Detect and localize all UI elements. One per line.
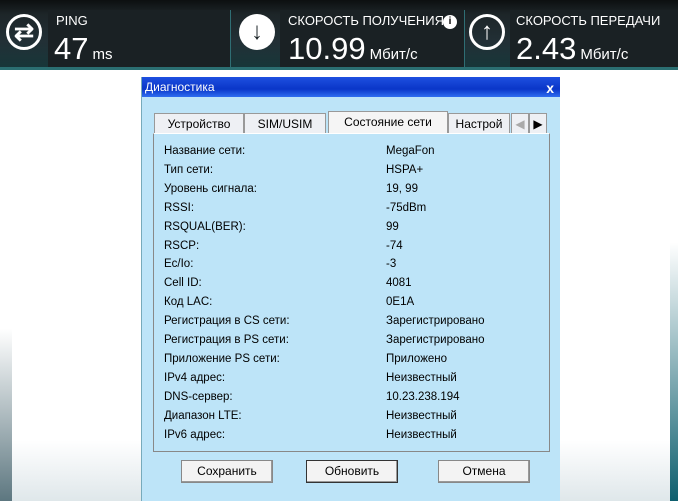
upload-arrow-icon: ↑ [469,14,505,50]
tab-device[interactable]: Устройство [154,113,244,133]
status-value: 4081 [386,277,412,290]
status-label: Регистрация в CS сети: [164,315,290,328]
status-value: Неизвестный [386,371,457,384]
status-value: -75dBm [386,201,427,214]
status-label: DNS-сервер: [164,390,233,403]
ping-value: 47 ms [54,31,113,66]
refresh-button[interactable]: Обновить [306,460,398,483]
tab-sim[interactable]: SIM/USIM [244,113,326,133]
status-value: -74 [386,239,403,252]
status-value: Зарегистрировано [386,315,485,328]
status-label: Приложение PS сети: [164,352,280,365]
status-label: IPv6 адрес: [164,428,226,441]
cancel-button[interactable]: Отмена [438,460,530,483]
network-status-panel [153,133,550,452]
status-label: RSQUAL(BER): [164,220,246,233]
upload-label: СКОРОСТЬ ПЕРЕДАЧИ [516,13,661,28]
status-label: RSSI: [164,201,195,214]
tab-scroll-right-icon[interactable]: ▶ [529,113,547,133]
dialog-title: Диагностика [145,80,215,94]
status-label: Регистрация в PS сети: [164,334,289,346]
status-label: Диапазон LTE: [164,409,242,422]
save-button[interactable]: Сохранить [181,460,273,483]
tab-settings[interactable]: Настрой [448,113,510,133]
tab-scroll-left-icon[interactable]: ◀ [511,113,529,133]
diagnostics-dialog: Диагностика x Устройство SIM/USIM Состоя… [141,77,560,501]
status-value: 99 [386,220,399,233]
download-arrow-icon: ↓ [239,14,275,50]
status-value: HSPA+ [386,163,424,176]
status-value: Зарегистрировано [386,334,485,346]
status-value: MegaFon [386,145,435,157]
status-value: 10.23.238.194 [386,390,460,403]
status-label: Cell ID: [164,277,202,290]
status-label: Название сети: [164,145,246,157]
status-value: 0E1A [386,296,415,309]
close-button[interactable]: x [546,78,554,98]
right-edge [670,70,678,501]
speedtest-header: ⇄ PING 47 ms ↓ СКОРОСТЬ ПОЛУЧЕНИЯ i 10.99… [0,0,678,70]
ping-label: PING [56,13,88,28]
status-label: IPv4 адрес: [164,371,226,384]
status-label: Тип сети: [164,163,214,176]
download-label: СКОРОСТЬ ПОЛУЧЕНИЯ [288,13,445,28]
upload-value: 2.43 Мбит/с [516,31,629,66]
ping-arrows-icon: ⇄ [6,14,42,50]
status-label: Ec/Io: [164,258,194,271]
tab-network-status[interactable]: Состояние сети [328,111,448,133]
status-value: Приложено [386,352,448,365]
status-label: RSCP: [164,239,200,252]
status-label: Код LAC: [164,296,213,309]
left-edge [0,70,12,501]
download-value: 10.99 Мбит/с [288,31,418,66]
status-label: Уровень сигнала: [164,182,257,195]
status-value: Неизвестный [386,428,457,441]
status-value: -3 [386,258,397,271]
dialog-titlebar: Диагностика x [142,77,560,97]
status-value: Неизвестный [386,409,457,422]
info-icon[interactable]: i [443,15,457,29]
status-value: 19, 99 [386,182,418,195]
